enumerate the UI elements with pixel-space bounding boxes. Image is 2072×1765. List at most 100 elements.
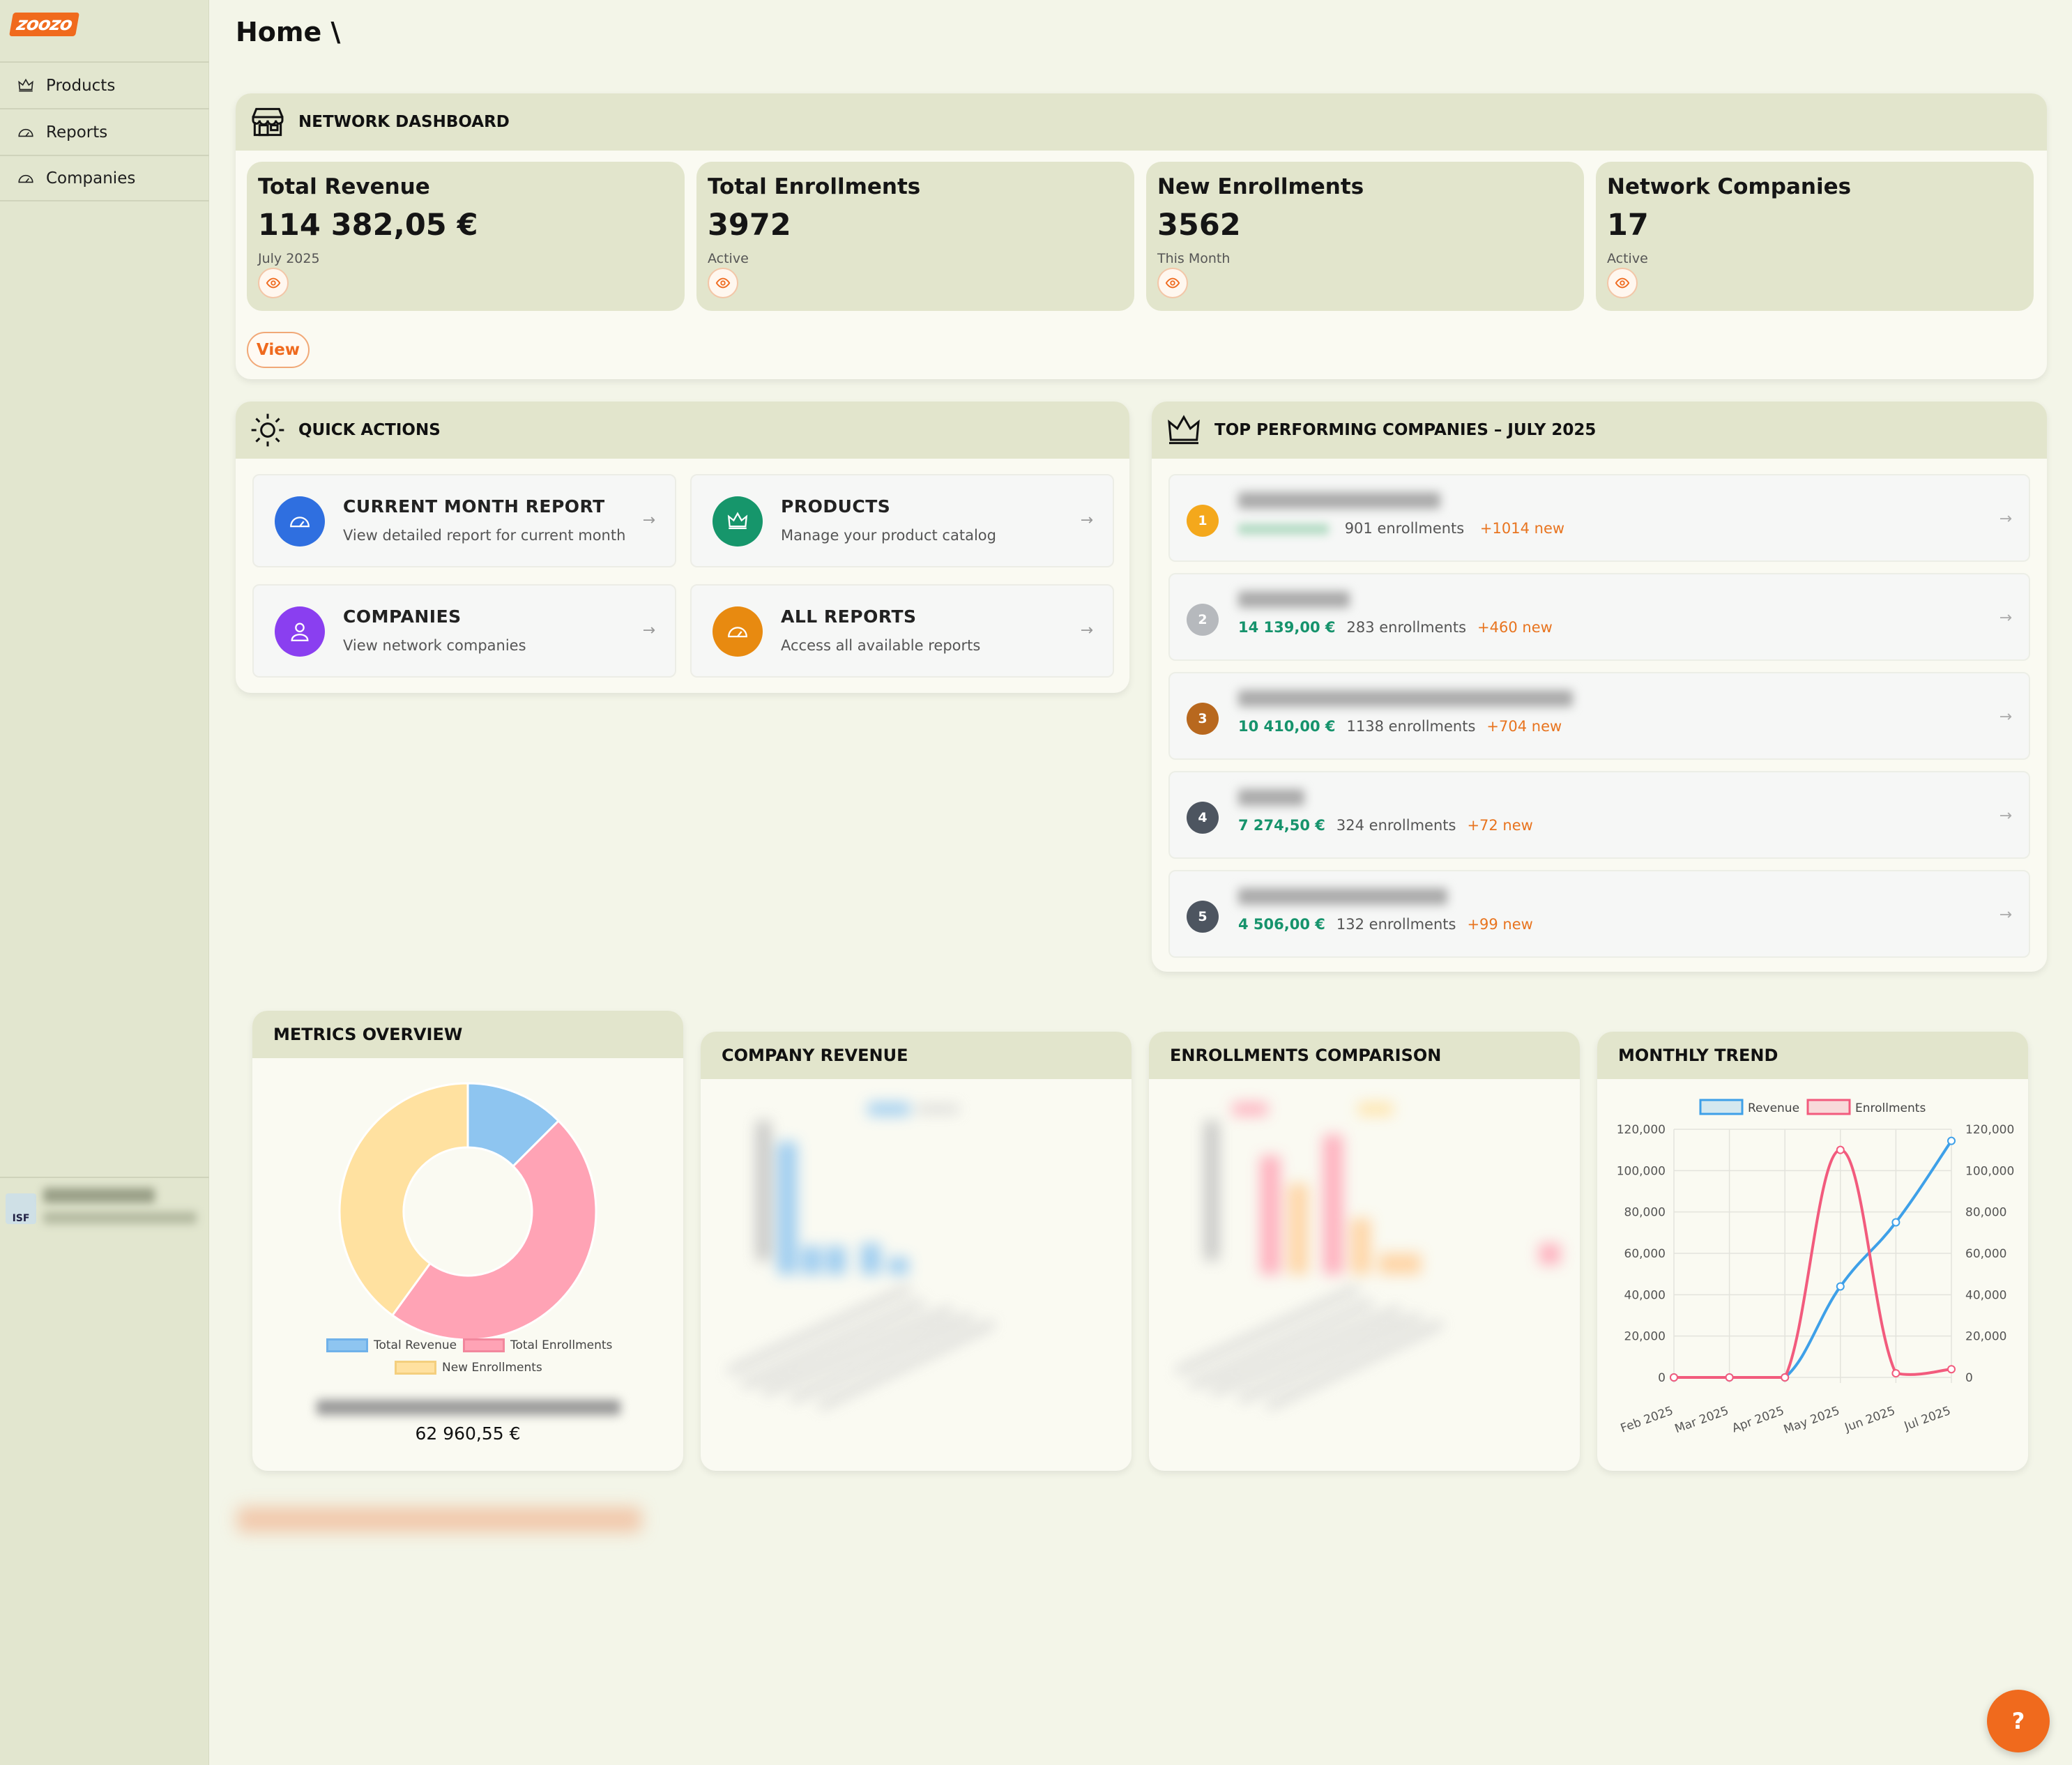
rank-badge: 3	[1187, 703, 1219, 735]
stat-sub: Active	[708, 251, 749, 266]
legend-label: Total Enrollments	[510, 1338, 613, 1352]
legend-swatch[interactable]	[1806, 1099, 1851, 1115]
data-point-revenue[interactable]	[1947, 1136, 1956, 1145]
rank-badge: 5	[1187, 901, 1219, 933]
qa-title: ALL REPORTS	[781, 606, 917, 627]
crown-icon	[727, 512, 748, 530]
enrollments-comparison-header: ENROLLMENTS COMPARISON	[1149, 1032, 1580, 1079]
legend-swatch[interactable]	[1699, 1099, 1744, 1115]
view-details-button[interactable]	[708, 268, 738, 298]
legend-label: Enrollments	[1855, 1101, 1926, 1115]
network-dashboard-header: NETWORK DASHBOARD	[236, 93, 2047, 151]
data-point-enrollments[interactable]	[1670, 1373, 1678, 1382]
quick-actions-header: QUICK ACTIONS	[236, 402, 1129, 459]
stat-label: Network Companies	[1607, 174, 1852, 199]
data-point-enrollments[interactable]	[1725, 1373, 1734, 1382]
company-row[interactable]: 4 7 274,50 € 324 enrollments +72 new →	[1168, 771, 2030, 859]
stat-label: Total Revenue	[258, 174, 430, 199]
company-name-redacted	[1238, 690, 1573, 707]
revenue-redacted	[1238, 524, 1329, 535]
view-button[interactable]: View	[247, 332, 310, 368]
caption-redacted	[317, 1400, 620, 1415]
enrollments: 1138 enrollments	[1346, 718, 1476, 735]
stat-sub: July 2025	[258, 251, 320, 266]
y-tick-left: 80,000	[1624, 1206, 1666, 1220]
data-point-enrollments[interactable]	[1947, 1365, 1956, 1374]
monthly-trend-panel: MONTHLY TREND 120,000 120,000 100,000 100,0…	[1597, 1032, 2028, 1471]
logo-text: zoozo	[9, 13, 79, 36]
x-tick-label: Apr 2025	[1730, 1404, 1786, 1435]
sidebar-item-reports[interactable]: Reports	[0, 108, 209, 155]
user-profile[interactable]: ISF	[0, 1177, 209, 1239]
legend-new-enrollments[interactable]: New Enrollments	[395, 1361, 542, 1375]
metrics-total: 62 960,55 €	[415, 1423, 521, 1444]
company-row[interactable]: 3 10 410,00 € 1138 enrollments +704 new →	[1168, 672, 2030, 760]
logo[interactable]: zoozo	[9, 13, 79, 36]
company-name-redacted	[1238, 591, 1350, 608]
y-tick-right: 20,000	[1965, 1330, 2006, 1344]
stat-label: Total Enrollments	[708, 174, 921, 199]
x-tick-label: Jun 2025	[1843, 1404, 1897, 1435]
gauge-icon	[18, 174, 33, 183]
qa-title: COMPANIES	[343, 606, 462, 627]
current-month-report-action[interactable]: CURRENT MONTH REPORT View detailed repor…	[252, 474, 676, 567]
qa-desc: Manage your product catalog	[781, 527, 996, 544]
y-tick-left: 60,000	[1624, 1247, 1666, 1261]
sidebar-item-companies[interactable]: Companies	[0, 155, 209, 201]
eye-icon	[715, 277, 731, 289]
products-action[interactable]: PRODUCTS Manage your product catalog →	[690, 474, 1114, 567]
user-email-redacted	[43, 1212, 197, 1224]
eye-icon	[1165, 277, 1180, 289]
sidebar-item-products[interactable]: Products	[0, 61, 209, 108]
companies-action[interactable]: COMPANIES View network companies →	[252, 584, 676, 678]
panel-title: ENROLLMENTS COMPARISON	[1170, 1046, 1442, 1065]
y-tick-left: 40,000	[1624, 1288, 1666, 1302]
legend-label: Total Revenue	[374, 1338, 457, 1352]
view-details-button[interactable]	[1607, 268, 1638, 298]
legend-total-revenue[interactable]: Total Revenue	[326, 1338, 457, 1352]
x-tick-label: Mar 2025	[1673, 1404, 1731, 1436]
sidebar-item-label: Products	[46, 76, 116, 95]
view-details-button[interactable]	[258, 268, 289, 298]
stat-value: 3972	[708, 208, 791, 243]
series-line-revenue	[1674, 1140, 1953, 1379]
panel-title: QUICK ACTIONS	[298, 421, 441, 439]
arrow-right-icon: →	[1999, 807, 2012, 825]
data-point-revenue[interactable]	[1836, 1282, 1845, 1291]
monthly-trend-header: MONTHLY TREND	[1597, 1032, 2028, 1079]
monthly-trend-chart: 120,000 120,000 100,000 100,000 80,000 80,000…	[1617, 1099, 2014, 1437]
qa-desc: View network companies	[343, 637, 526, 654]
enrollments-comparison-panel: ENROLLMENTS COMPARISON	[1149, 1032, 1580, 1471]
storefront-icon	[252, 107, 284, 137]
help-button[interactable]: ?	[1987, 1690, 2050, 1752]
company-stats: 4 506,00 € 132 enrollments +99 new	[1238, 916, 1533, 933]
data-point-enrollments[interactable]	[1891, 1369, 1900, 1378]
new-enrollments: +704 new	[1486, 718, 1562, 735]
sun-icon	[251, 413, 284, 447]
enrollments: 901 enrollments	[1344, 520, 1465, 537]
y-tick-right: 120,000	[1965, 1123, 2014, 1137]
network-dashboard-panel: NETWORK DASHBOARD Total Revenue 114 382,…	[236, 93, 2047, 379]
company-row[interactable]: 1 901 enrollments +1014 new →	[1168, 474, 2030, 562]
qa-title: CURRENT MONTH REPORT	[343, 496, 605, 517]
stat-sub: Active	[1607, 251, 1648, 266]
legend-total-enrollments[interactable]: Total Enrollments	[463, 1338, 612, 1352]
help-icon: ?	[2011, 1708, 2025, 1734]
company-stats: 901 enrollments +1014 new	[1238, 520, 1564, 537]
revenue: 10 410,00 €	[1238, 718, 1336, 735]
company-stats: 10 410,00 € 1138 enrollments +704 new	[1238, 718, 1562, 735]
data-point-enrollments[interactable]	[1836, 1145, 1845, 1154]
all-reports-action[interactable]: ALL REPORTS Access all available reports…	[690, 584, 1114, 678]
company-row[interactable]: 5 4 506,00 € 132 enrollments +99 new →	[1168, 870, 2030, 958]
revenue: 7 274,50 €	[1238, 817, 1325, 834]
arrow-right-icon: →	[1080, 622, 1093, 639]
user-icon	[291, 622, 309, 641]
view-details-button[interactable]	[1157, 268, 1188, 298]
data-point-enrollments[interactable]	[1781, 1373, 1790, 1382]
legend-label: New Enrollments	[442, 1361, 542, 1375]
stat-total-enrollments: Total Enrollments 3972 Active	[696, 162, 1134, 311]
stat-value: 114 382,05 €	[258, 208, 478, 243]
stat-value: 17	[1607, 208, 1649, 243]
data-point-revenue[interactable]	[1891, 1218, 1900, 1227]
company-row[interactable]: 2 14 139,00 € 283 enrollments +460 new →	[1168, 573, 2030, 661]
